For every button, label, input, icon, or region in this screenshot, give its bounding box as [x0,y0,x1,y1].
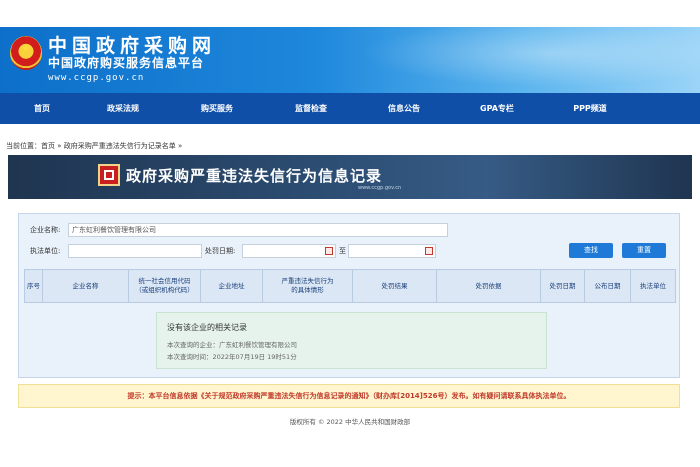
header-decoration [330,27,700,93]
nav-item-ppp[interactable]: PPP频道 [555,93,625,124]
calendar-icon[interactable] [325,247,333,255]
nav-item-announcements[interactable]: 信息公告 [369,93,439,124]
company-name-label: 企业名称: [30,226,61,234]
site-url: www.ccgp.gov.cn [48,73,145,83]
column-header-penalty-date: 处罚日期 [541,270,585,302]
column-header-enforcement-unit: 执法单位 [640,281,666,290]
page-title: 政府采购严重违法失信行为信息记录 [126,167,383,185]
date-to-input[interactable] [348,244,436,258]
notice-bar: 提示：本平台信息依据《关于规范政府采购严重违法失信行为信息记录的通知》（财办库[… [18,384,680,408]
nav-item-regulations[interactable]: 政采法规 [88,93,158,124]
enforcement-unit-input[interactable] [68,244,202,258]
breadcrumb: 当前位置：首页 » 政府采购严重违法失信行为记录名单 » [6,141,182,151]
search-button[interactable]: 查找 [569,243,613,258]
breadcrumb-separator: » [175,142,183,150]
date-to-label: 至 [339,247,346,255]
main-nav: 首页 政采法规 购买服务 监督检查 信息公告 GPA专栏 PPP频道 [0,93,700,124]
national-emblem-icon: ★ [10,36,42,70]
breadcrumb-home-link[interactable]: 首页 [41,142,55,150]
column-header-address: 企业地址 [201,270,263,302]
company-name-input[interactable] [68,223,448,237]
nav-item-supervision[interactable]: 监督检查 [276,93,346,124]
date-from-input[interactable] [242,244,336,258]
breadcrumb-prefix: 当前位置： [6,142,41,150]
column-header-index: 序号 [25,270,43,302]
footer-copyright: 版权所有 © 2022 中华人民共和国财政部 [289,418,411,426]
enforcement-unit-label: 执法单位: [30,247,61,255]
column-header-company: 企业名称 [43,270,129,302]
nav-item-home[interactable]: 首页 [10,93,74,124]
site-name[interactable]: 中国政府采购网 [48,36,216,56]
empty-result-title: 没有该企业的相关记录 [167,323,247,332]
breadcrumb-separator: » [55,142,64,150]
column-header-penalty-result: 处罚结果 [353,270,437,302]
site-subtitle: 中国政府购买服务信息平台 [48,56,205,70]
banner-url: www.ccgp.gov.cn [358,185,402,191]
column-header-violation: 严重违法失信行为 的具体情形 [263,270,353,302]
results-table-header: 序号 企业名称 统一社会信用代码 （或组织机构代码） 企业地址 严重违法失信行为… [24,269,676,303]
reset-button[interactable]: 重置 [622,243,666,258]
column-header-credit-code: 统一社会信用代码 （或组织机构代码） [129,270,201,302]
calendar-icon[interactable] [425,247,433,255]
seal-icon [98,164,120,186]
empty-result-box: 没有该企业的相关记录 本次查询的企业：广东虹利餐饮管理有限公司 本次查询时间：2… [156,312,547,369]
page: ★ 中国政府采购网 中国政府购买服务信息平台 www.ccgp.gov.cn 首… [0,0,700,467]
nav-item-services[interactable]: 购买服务 [182,93,252,124]
column-header-publish-date: 公布日期 [585,270,631,302]
nav-item-gpa[interactable]: GPA专栏 [462,93,532,124]
column-header-penalty-basis: 处罚依据 [437,270,541,302]
penalty-date-label: 处罚日期: [205,247,236,255]
title-banner: 政府采购严重违法失信行为信息记录 www.ccgp.gov.cn [8,155,692,199]
query-time-text: 本次查询时间：2022年07月19日 19时51分 [167,353,297,361]
breadcrumb-section-link[interactable]: 政府采购严重违法失信行为记录名单 [64,142,176,150]
star-icon: ★ [20,41,32,55]
query-company-text: 本次查询的企业：广东虹利餐饮管理有限公司 [167,341,297,349]
